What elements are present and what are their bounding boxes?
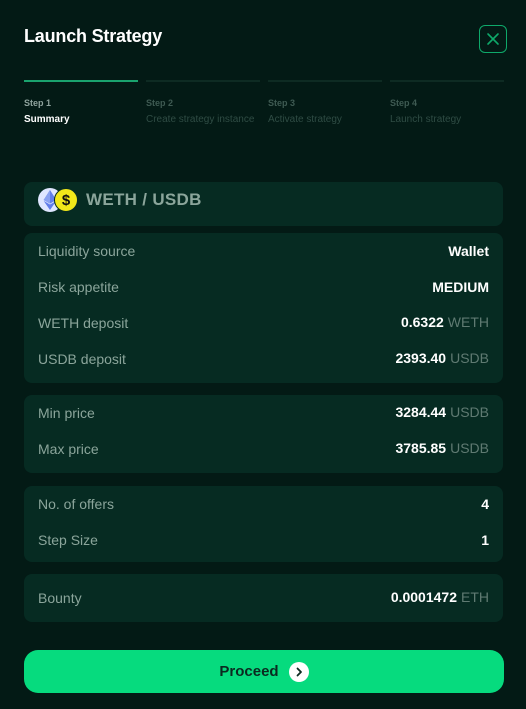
step-number: Step 4 — [390, 98, 418, 108]
usdb-glyph: $ — [61, 191, 71, 209]
bounty-value: 0.0001472 — [390, 589, 457, 605]
step-size-value: 1 — [481, 532, 489, 548]
bounty-label: Bounty — [38, 590, 82, 606]
offers-value: 4 — [481, 496, 489, 512]
risk-appetite-label: Risk appetite — [38, 279, 119, 295]
step-label: Summary — [24, 114, 70, 125]
step-activate-strategy: Step 3 Activate strategy — [268, 80, 382, 127]
proceed-label: Proceed — [219, 663, 279, 680]
step-progress-bar — [268, 80, 382, 82]
step-create-strategy-instance: Step 2 Create strategy instance — [146, 80, 260, 127]
max-price-unit: USDB — [450, 440, 489, 456]
risk-appetite-row: Risk appetite MEDIUM — [38, 269, 489, 305]
offers-label: No. of offers — [38, 496, 115, 512]
step-number: Step 2 — [146, 98, 174, 108]
step-number: Step 1 — [24, 98, 52, 108]
max-price-row: Max price 3785.85 USDB — [38, 431, 489, 467]
weth-deposit-value: 0.6322 — [400, 314, 444, 330]
usdb-deposit-unit: USDB — [450, 350, 489, 366]
min-price-label: Min price — [38, 405, 95, 421]
liquidity-source-label: Liquidity source — [38, 243, 136, 259]
step-label: Create strategy instance — [146, 114, 255, 125]
deposit-details-card: Liquidity source Wallet Risk appetite ME… — [24, 233, 503, 383]
max-price-value: 3785.85 — [395, 440, 447, 456]
close-button[interactable] — [479, 25, 507, 53]
price-range-card: Min price 3284.44 USDB Max price 3785.85 U… — [24, 395, 503, 473]
step-label: Activate strategy — [268, 114, 342, 125]
usdb-deposit-value: 2393.40 — [395, 350, 447, 366]
close-icon — [487, 33, 499, 45]
pair-name: WETH / USDB — [86, 190, 202, 209]
chevron-right-icon — [288, 661, 309, 682]
step-number: Step 3 — [268, 98, 296, 108]
usdb-icon: $ — [54, 188, 78, 212]
weth-deposit-unit: WETH — [447, 314, 489, 330]
offers-row: No. of offers 4 — [38, 486, 489, 522]
bounty-card: Bounty 0.0001472 ETH — [24, 574, 503, 622]
step-size-row: Step Size 1 — [38, 522, 489, 558]
step-label: Launch strategy — [390, 114, 462, 125]
bounty-row: Bounty 0.0001472 ETH — [38, 574, 489, 622]
min-price-row: Min price 3284.44 USDB — [38, 395, 489, 431]
proceed-button[interactable]: Proceed — [24, 650, 504, 693]
step-size-label: Step Size — [38, 532, 98, 548]
risk-appetite-value: MEDIUM — [432, 279, 489, 295]
usdb-deposit-label: USDB deposit — [38, 351, 126, 367]
step-progress-bar — [146, 80, 260, 82]
step-summary: Step 1 Summary — [24, 80, 138, 127]
usdb-deposit-row: USDB deposit 2393.40 USDB — [38, 341, 489, 377]
step-launch-strategy: Step 4 Launch strategy — [390, 80, 504, 127]
weth-deposit-row: WETH deposit 0.6322 WETH — [38, 305, 489, 341]
step-progress-bar — [24, 80, 138, 82]
token-pair: $ WETH / USDB — [38, 188, 202, 212]
liquidity-source-value: Wallet — [448, 243, 489, 259]
liquidity-source-row: Liquidity source Wallet — [38, 233, 489, 269]
offers-card: No. of offers 4 Step Size 1 — [24, 486, 503, 562]
page-title: Launch Strategy — [24, 26, 163, 46]
bounty-unit: ETH — [461, 589, 489, 605]
max-price-label: Max price — [38, 441, 99, 457]
weth-deposit-label: WETH deposit — [38, 315, 129, 331]
min-price-unit: USDB — [450, 404, 489, 420]
step-progress-bar — [390, 80, 504, 82]
min-price-value: 3284.44 — [395, 404, 447, 420]
stepper: Step 1 Summary Step 2 Create strategy in… — [24, 80, 504, 127]
token-pair-card: $ WETH / USDB — [24, 182, 503, 226]
